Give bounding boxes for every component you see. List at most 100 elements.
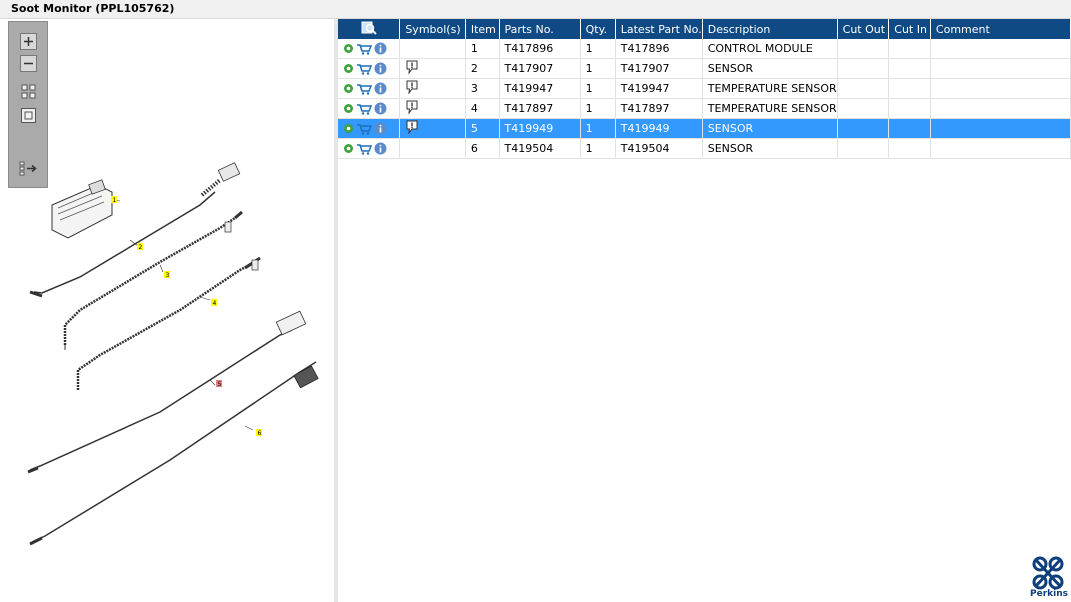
cut-in-cell	[888, 39, 931, 59]
symbol-cell[interactable]	[399, 98, 466, 119]
note-symbol-icon	[406, 100, 418, 115]
latest-part-no-cell: T417896	[615, 39, 703, 59]
table-row[interactable]: 4 T417897 1 T417897 TEMPERATURE SENSOR	[338, 98, 1071, 119]
zoom-out-icon	[20, 55, 37, 72]
item-cell: 5	[465, 118, 500, 139]
description-cell: TEMPERATURE SENSOR	[702, 98, 838, 119]
symbol-cell[interactable]	[399, 78, 466, 99]
symbol-cell[interactable]	[399, 118, 466, 139]
description-cell: TEMPERATURE SENSOR	[702, 78, 838, 99]
column-header-symbols[interactable]: Symbol(s)	[399, 19, 466, 39]
cart-icon	[357, 44, 372, 55]
row-actions[interactable]	[338, 39, 401, 59]
parts-grid: Symbol(s) Item Parts No. Qty. Latest Par…	[338, 19, 1071, 602]
latest-part-no-cell: T419949	[615, 118, 703, 139]
info-icon	[374, 82, 387, 95]
cut-in-cell	[888, 58, 931, 79]
column-header-find[interactable]	[338, 19, 401, 39]
cart-icon	[357, 104, 372, 115]
callout-3[interactable]: 3	[164, 271, 170, 279]
column-header-qty[interactable]: Qty.	[580, 19, 616, 39]
table-row[interactable]: 3 T419947 1 T419947 TEMPERATURE SENSOR	[338, 78, 1071, 99]
symbol-cell[interactable]	[399, 58, 466, 79]
parts-no-cell: T417896	[499, 39, 581, 59]
info-icon	[374, 142, 387, 155]
qty-cell: 1	[580, 98, 616, 119]
window-title: Soot Monitor (PPL105762)	[11, 2, 175, 15]
table-header-row: Symbol(s) Item Parts No. Qty. Latest Par…	[338, 19, 1071, 39]
cut-in-cell	[888, 118, 931, 139]
cut-in-cell	[888, 78, 931, 99]
table-row[interactable]: 5 T419949 1 T419949 SENSOR	[338, 118, 1071, 139]
callout-1[interactable]: 1	[111, 196, 117, 204]
cut-out-cell	[837, 58, 890, 79]
callout-3-label: 3	[166, 272, 170, 279]
table-row[interactable]: 2 T417907 1 T417907 SENSOR	[338, 58, 1071, 79]
parts-no-cell: T419947	[499, 78, 581, 99]
comment-cell	[930, 98, 1071, 119]
item-cell: 4	[465, 98, 500, 119]
row-actions[interactable]	[338, 98, 401, 119]
row-actions[interactable]	[338, 118, 401, 139]
cut-out-cell	[837, 138, 890, 159]
row-actions[interactable]	[338, 58, 401, 79]
zoom-out-button[interactable]	[19, 54, 38, 73]
actual-size-button[interactable]	[19, 106, 38, 125]
perkins-logo-text: Perkins	[1030, 589, 1068, 599]
note-symbol-icon	[406, 60, 418, 75]
comment-cell	[930, 58, 1071, 79]
column-header-comment[interactable]: Comment	[930, 19, 1071, 39]
callout-5-label: 5	[218, 381, 222, 388]
column-header-item[interactable]: Item	[465, 19, 500, 39]
callout-6[interactable]: 6	[256, 429, 262, 437]
gear-icon	[344, 64, 353, 74]
row-actions[interactable]	[338, 138, 401, 159]
control-module-part[interactable]	[51, 179, 121, 239]
zoom-in-button[interactable]	[19, 32, 38, 51]
item-cell: 1	[465, 39, 500, 59]
callout-5[interactable]: 5	[216, 380, 222, 388]
callout-6-label: 6	[258, 430, 262, 437]
cut-in-cell	[888, 98, 931, 119]
column-header-parts-no[interactable]: Parts No.	[499, 19, 581, 39]
cut-out-cell	[837, 98, 890, 119]
column-header-latest-part-no[interactable]: Latest Part No.	[615, 19, 703, 39]
sensor-part-5[interactable]	[27, 310, 307, 474]
table-row[interactable]: 1 T417896 1 T417896 CONTROL MODULE	[338, 39, 1071, 59]
cart-icon	[357, 84, 372, 95]
description-cell: SENSOR	[702, 118, 838, 139]
row-actions[interactable]	[338, 78, 401, 99]
column-header-description[interactable]: Description	[702, 19, 838, 39]
table-row[interactable]: 6 T419504 1 T419504 SENSOR	[338, 138, 1071, 159]
sensor-part-6[interactable]	[29, 361, 319, 546]
callout-2-label: 2	[139, 244, 143, 251]
description-cell: CONTROL MODULE	[702, 39, 838, 59]
cut-out-cell	[837, 39, 890, 59]
item-cell: 2	[465, 58, 500, 79]
qty-cell: 1	[580, 78, 616, 99]
column-header-cut-out[interactable]: Cut Out	[837, 19, 890, 39]
gear-icon	[344, 124, 353, 134]
qty-cell: 1	[580, 138, 616, 159]
gear-icon	[344, 144, 353, 154]
latest-part-no-cell: T417907	[615, 58, 703, 79]
actual-size-icon	[21, 108, 36, 123]
comment-cell	[930, 78, 1071, 99]
qty-cell: 1	[580, 39, 616, 59]
item-cell: 6	[465, 138, 500, 159]
info-icon	[374, 102, 387, 115]
parts-exploded-drawing[interactable]: 1 2 3 4 5 6	[20, 150, 330, 560]
title-bar: Soot Monitor (PPL105762)	[0, 0, 1071, 19]
callout-2[interactable]: 2	[137, 243, 143, 251]
comment-cell	[930, 138, 1071, 159]
symbol-cell	[399, 138, 466, 159]
info-icon	[374, 42, 387, 55]
description-cell: SENSOR	[702, 138, 838, 159]
qty-cell: 1	[580, 118, 616, 139]
parts-no-cell: T419504	[499, 138, 581, 159]
cut-out-cell	[837, 78, 890, 99]
fit-all-button[interactable]	[19, 82, 38, 101]
column-header-cut-in[interactable]: Cut In	[888, 19, 931, 39]
comment-cell	[930, 39, 1071, 59]
callout-4[interactable]: 4	[211, 299, 217, 307]
